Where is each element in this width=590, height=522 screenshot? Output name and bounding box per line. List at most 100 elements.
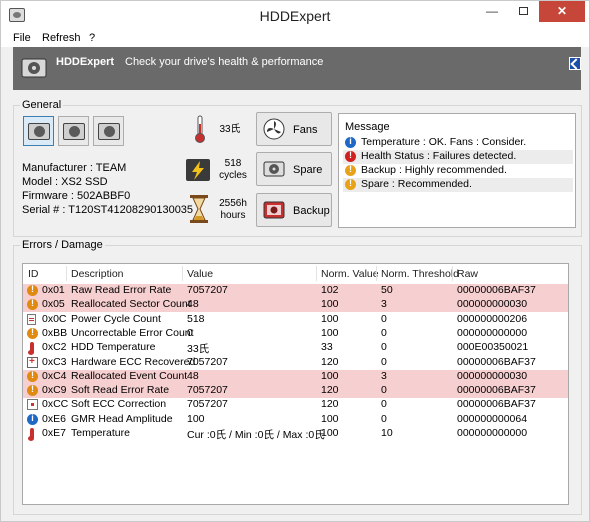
message-panel: Message Temperature : OK. Fans : Conside…: [338, 113, 576, 228]
cell-thresh: 3: [381, 298, 387, 311]
drive-select-button-3[interactable]: [93, 116, 124, 146]
cell-norm: 100: [321, 326, 339, 339]
cell-thresh: 0: [381, 384, 387, 397]
cycles-value: 518: [224, 158, 242, 169]
cell-id: 0xC2: [42, 341, 67, 354]
cell-raw: 00000006BAF37: [457, 384, 536, 397]
table-row[interactable]: 0xC4 Reallocated Event Count48 100 3 0000000…: [23, 369, 568, 384]
backup-drive-icon: [263, 201, 285, 219]
message-line: Spare : Recommended.: [343, 178, 573, 192]
cell-norm: 120: [321, 355, 339, 368]
message-text: Backup : Highly recommended.: [361, 164, 507, 176]
column-header-description[interactable]: Description: [71, 268, 124, 280]
cell-value: 0: [187, 326, 193, 339]
table-row[interactable]: 0xBBUncorrectable Error Count01000000000…: [23, 327, 568, 341]
column-header-value[interactable]: Value: [187, 268, 213, 280]
cell-value: 7057207: [187, 355, 228, 368]
cell-raw: 000000000030: [457, 369, 528, 382]
menu-help[interactable]: ?: [89, 32, 95, 44]
cell-thresh: 0: [381, 412, 387, 425]
cell-raw: 000000000064: [457, 412, 528, 425]
table-row[interactable]: 0x01 Raw Read Error Rate 7057207 102 50 00000…: [23, 284, 568, 298]
table-row[interactable]: 0xC2 HDD Temperature 33氏 33 0 000E00350021: [23, 341, 568, 356]
cell-id: 0xE7: [42, 427, 66, 439]
cell-raw: 000000000030: [457, 298, 528, 311]
warning-icon: [27, 370, 38, 382]
cell-value: 100: [187, 412, 205, 425]
cell-raw: 00000006BAF37: [457, 284, 536, 296]
cell-id: 0xBB: [42, 326, 68, 339]
backup-button-label: Backup: [293, 205, 330, 217]
maximize-button[interactable]: [508, 1, 538, 22]
cell-id: 0x05: [42, 298, 65, 311]
model-label: Model : XS2 SSD: [22, 176, 108, 188]
hourglass-icon: [190, 195, 208, 223]
cell-id: 0xC9: [42, 384, 67, 397]
banner-tagline: Check your drive's health & performance: [125, 56, 324, 68]
banner-title: HDDExpert: [56, 56, 115, 68]
minimize-button[interactable]: —: [477, 1, 507, 22]
power-cycle-icon: [27, 313, 36, 325]
title-bar[interactable]: HDDExpert — ✕: [1, 1, 589, 31]
cell-value: 518: [187, 312, 205, 325]
manufacturer-label: Manufacturer : TEAM: [22, 162, 127, 174]
warning-icon: [27, 298, 38, 311]
table-row[interactable]: 0xE6 GMR Head Amplitude 100 100 0 00000000006…: [23, 413, 568, 427]
ecc-block-icon: [27, 399, 38, 411]
cell-thresh: 0: [381, 312, 387, 325]
hdd-logo-icon: [21, 58, 47, 78]
table-row[interactable]: 0x0C Power Cycle Count 518 100 0 000000000206: [23, 313, 568, 327]
cell-value: 48: [187, 369, 199, 382]
website-link-icon[interactable]: [569, 57, 581, 70]
cell-thresh: 0: [381, 326, 387, 339]
menu-refresh[interactable]: Refresh: [42, 32, 81, 44]
table-row[interactable]: 0xE7 Temperature Cur :0氏 / Min :0氏 / Max :…: [23, 427, 568, 441]
warning-icon: [27, 384, 38, 397]
message-line: Health Status : Failures detected.: [343, 150, 573, 164]
ecc-chip-icon: [27, 356, 38, 368]
smart-attributes-table[interactable]: ID Description Value Norm. Value Norm. T…: [22, 263, 569, 505]
cell-norm: 100: [321, 412, 339, 425]
table-row[interactable]: 0xC9Soft Read Error Rate7057207120000000…: [23, 384, 568, 399]
drive-select-button-2[interactable]: [58, 116, 89, 146]
cell-desc: Temperature: [71, 427, 130, 439]
fan-icon: [263, 118, 285, 140]
cell-id: 0x0C: [42, 312, 67, 325]
cell-value: 33氏: [187, 343, 210, 356]
thermometer-icon: [28, 342, 34, 356]
cell-id: 0xE6: [42, 412, 66, 425]
spare-drive-icon: [263, 161, 285, 177]
serial-label: Serial # : T120ST41208290130035: [22, 204, 194, 216]
column-header-norm-threshold[interactable]: Norm. Threshold: [381, 268, 459, 280]
spare-button[interactable]: Spare: [256, 152, 332, 186]
cell-norm: 120: [321, 384, 339, 397]
cell-value: 7057207: [187, 384, 228, 397]
table-row[interactable]: 0x05 Reallocated Sector Count48 100 3 000000…: [23, 298, 568, 313]
cell-thresh: 0: [381, 398, 387, 411]
column-header-id[interactable]: ID: [28, 268, 39, 280]
table-row[interactable]: 0xCC Soft ECC Correction 7057207 120 0 000000…: [23, 398, 568, 412]
cell-value: Cur :0氏 / Min :0氏 / Max :0氏: [187, 429, 325, 441]
power-cycle-icon: [186, 159, 210, 181]
cell-desc: Hardware ECC Recovered: [71, 355, 196, 368]
hours-unit: hours: [220, 210, 246, 221]
cell-desc: Uncorrectable Error Count: [71, 326, 194, 339]
fans-button[interactable]: Fans: [256, 112, 332, 146]
cell-desc: Soft ECC Correction: [71, 398, 167, 411]
cell-norm: 100: [321, 312, 339, 325]
message-line: Temperature : OK. Fans : Consider.: [343, 136, 573, 150]
backup-button[interactable]: Backup: [256, 193, 332, 227]
close-button[interactable]: ✕: [539, 1, 585, 22]
cell-thresh: 10: [381, 427, 393, 439]
column-header-raw[interactable]: Raw: [457, 268, 478, 280]
menu-file[interactable]: File: [13, 32, 31, 44]
table-row[interactable]: 0xC3Hardware ECC Recovered70572071200000…: [23, 356, 568, 370]
hdd-drive-icon: [28, 123, 50, 140]
cell-value: 48: [187, 298, 199, 311]
cell-id: 0x01: [42, 284, 65, 296]
cell-thresh: 50: [381, 284, 393, 296]
cell-norm: 100: [321, 369, 339, 382]
cell-raw: 00000006BAF37: [457, 355, 536, 368]
column-header-norm-value[interactable]: Norm. Value: [321, 268, 379, 280]
drive-select-button-1[interactable]: [23, 116, 54, 146]
